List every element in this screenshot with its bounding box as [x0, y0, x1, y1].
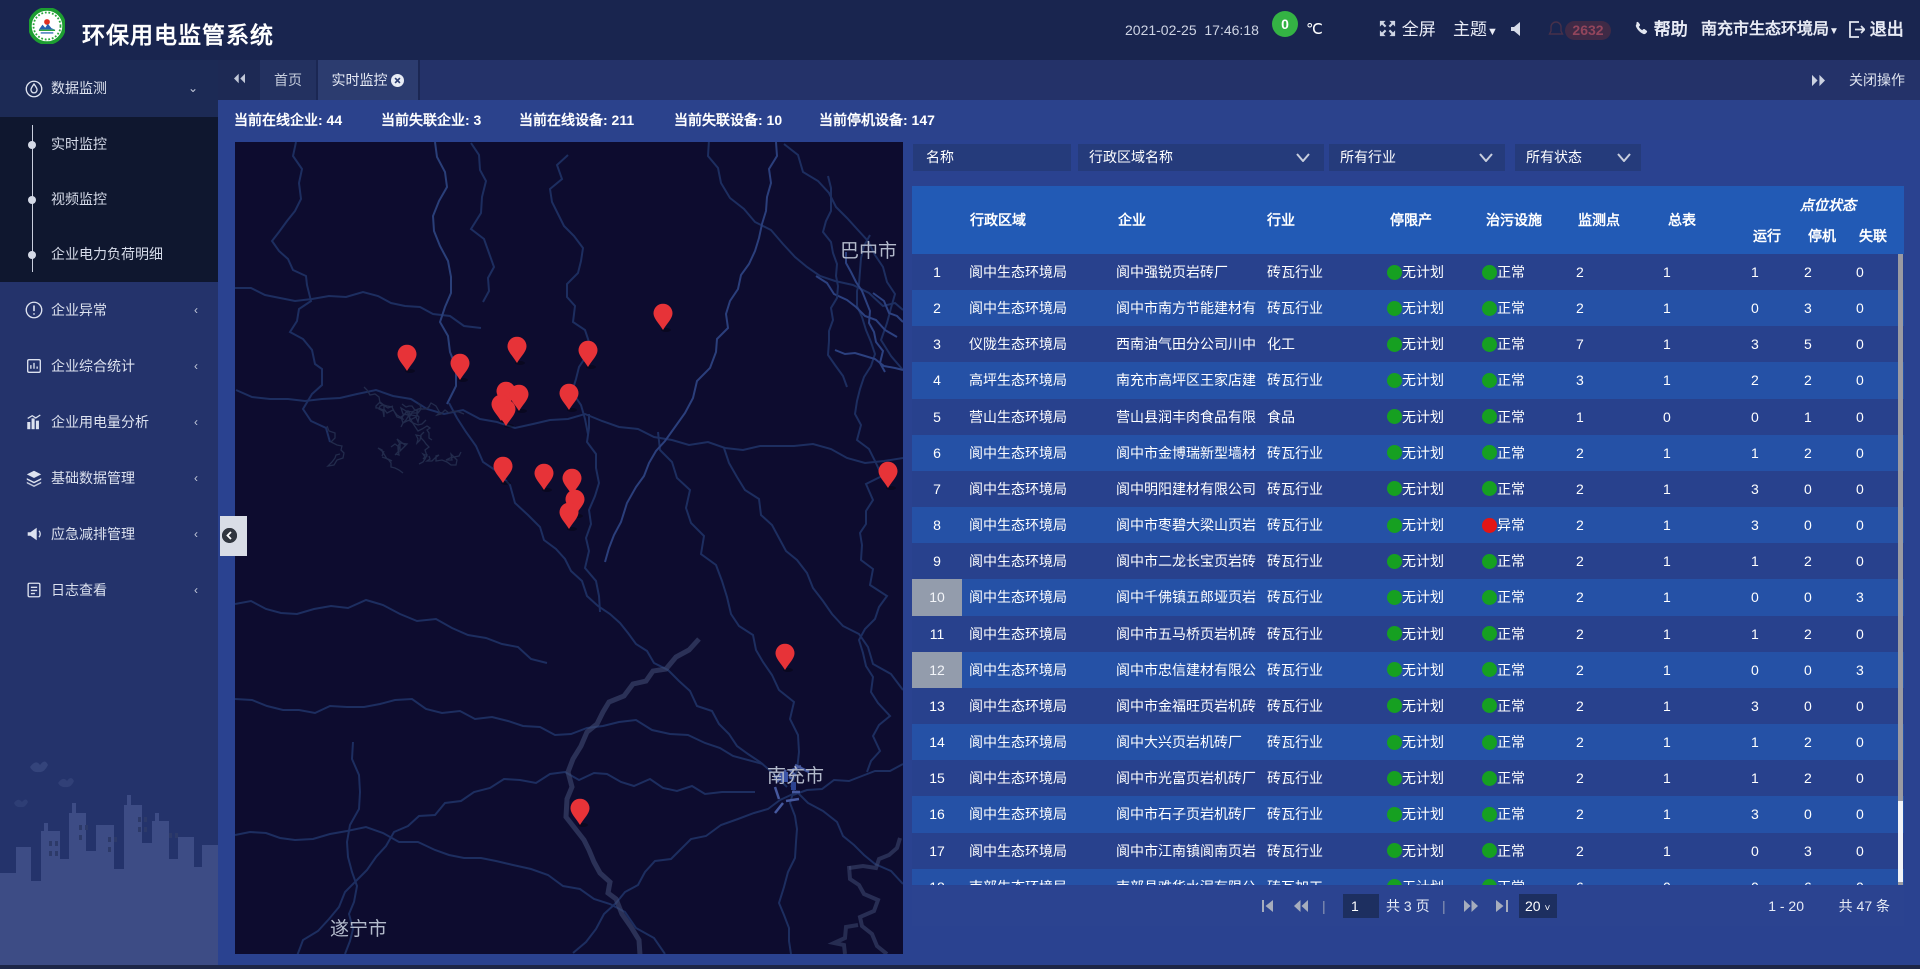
svg-text:南充市: 南充市 — [767, 765, 824, 787]
svg-text:遂宁市: 遂宁市 — [330, 918, 387, 940]
svg-text:巴中市: 巴中市 — [840, 240, 897, 262]
